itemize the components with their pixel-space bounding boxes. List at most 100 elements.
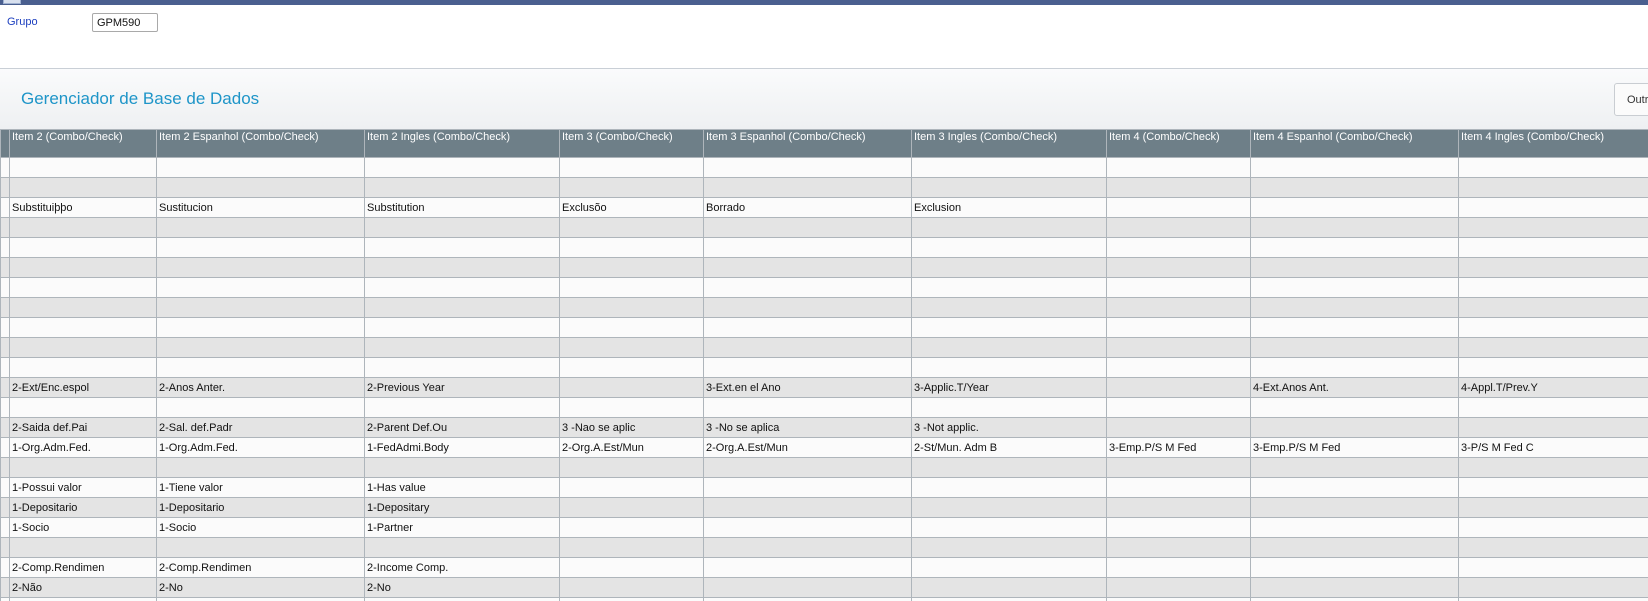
row-selector[interactable] bbox=[0, 437, 10, 458]
table-cell[interactable] bbox=[1458, 517, 1648, 538]
table-cell[interactable] bbox=[559, 457, 704, 478]
table-cell[interactable] bbox=[156, 157, 365, 178]
table-cell[interactable] bbox=[156, 397, 365, 418]
table-cell[interactable]: Sustitucion bbox=[156, 197, 365, 218]
table-cell[interactable] bbox=[1458, 417, 1648, 438]
table-row[interactable] bbox=[0, 217, 1648, 238]
table-cell[interactable]: 1-Org.Adm.Fed. bbox=[9, 437, 157, 458]
table-cell[interactable]: 1-Depositario bbox=[156, 497, 365, 518]
table-cell[interactable] bbox=[1106, 597, 1251, 601]
table-cell[interactable] bbox=[559, 357, 704, 378]
group-input[interactable] bbox=[92, 13, 158, 32]
table-cell[interactable] bbox=[911, 577, 1107, 598]
row-selector[interactable] bbox=[0, 257, 10, 278]
table-cell[interactable] bbox=[1250, 517, 1459, 538]
table-cell[interactable] bbox=[911, 157, 1107, 178]
table-cell[interactable] bbox=[364, 157, 560, 178]
table-cell[interactable] bbox=[9, 597, 157, 601]
table-cell[interactable] bbox=[364, 537, 560, 558]
table-row[interactable] bbox=[0, 597, 1648, 601]
table-cell[interactable] bbox=[559, 517, 704, 538]
row-selector[interactable] bbox=[0, 497, 10, 518]
table-cell[interactable] bbox=[1458, 337, 1648, 358]
row-selector[interactable] bbox=[0, 417, 10, 438]
table-cell[interactable] bbox=[364, 337, 560, 358]
table-cell[interactable]: 3 -Nao se aplic bbox=[559, 417, 704, 438]
column-header[interactable]: Item 4 Espanhol (Combo/Check) bbox=[1250, 129, 1459, 158]
table-row[interactable]: 2-Ext/Enc.espol 2-Anos Anter. 2-Previous Y… bbox=[0, 377, 1648, 398]
table-cell[interactable] bbox=[559, 297, 704, 318]
table-cell[interactable] bbox=[911, 357, 1107, 378]
table-cell[interactable] bbox=[1250, 597, 1459, 601]
table-cell[interactable]: 2-Org.A.Est/Mun bbox=[559, 437, 704, 458]
window-menu-button[interactable] bbox=[3, 0, 21, 4]
row-selector[interactable] bbox=[0, 477, 10, 498]
table-cell[interactable] bbox=[1106, 517, 1251, 538]
column-header[interactable]: Item 3 Ingles (Combo/Check) bbox=[911, 129, 1107, 158]
table-cell[interactable] bbox=[1458, 177, 1648, 198]
table-cell[interactable]: Borrado bbox=[703, 197, 912, 218]
table-cell[interactable] bbox=[9, 357, 157, 378]
table-cell[interactable] bbox=[703, 497, 912, 518]
table-cell[interactable] bbox=[364, 397, 560, 418]
table-cell[interactable] bbox=[703, 517, 912, 538]
table-cell[interactable] bbox=[1106, 297, 1251, 318]
table-cell[interactable]: 1-Socio bbox=[156, 517, 365, 538]
table-cell[interactable] bbox=[1458, 197, 1648, 218]
row-selector[interactable] bbox=[0, 377, 10, 398]
table-row[interactable]: 2-Não 2-No 2-No bbox=[0, 577, 1648, 598]
table-row[interactable] bbox=[0, 397, 1648, 418]
table-cell[interactable] bbox=[1106, 157, 1251, 178]
table-cell[interactable] bbox=[559, 317, 704, 338]
table-cell[interactable] bbox=[559, 157, 704, 178]
table-cell[interactable] bbox=[9, 337, 157, 358]
table-cell[interactable] bbox=[1106, 237, 1251, 258]
table-cell[interactable] bbox=[559, 537, 704, 558]
table-cell[interactable] bbox=[1458, 497, 1648, 518]
table-row[interactable] bbox=[0, 157, 1648, 178]
table-cell[interactable] bbox=[1250, 177, 1459, 198]
table-cell[interactable] bbox=[559, 597, 704, 601]
row-selector[interactable] bbox=[0, 317, 10, 338]
table-cell[interactable] bbox=[911, 457, 1107, 478]
table-cell[interactable]: 1-Org.Adm.Fed. bbox=[156, 437, 365, 458]
table-cell[interactable] bbox=[9, 177, 157, 198]
table-cell[interactable] bbox=[1250, 397, 1459, 418]
table-cell[interactable] bbox=[156, 457, 365, 478]
table-cell[interactable] bbox=[1106, 177, 1251, 198]
table-cell[interactable] bbox=[1458, 557, 1648, 578]
row-selector[interactable] bbox=[0, 157, 10, 178]
table-cell[interactable] bbox=[559, 377, 704, 398]
table-cell[interactable] bbox=[1106, 577, 1251, 598]
table-cell[interactable] bbox=[1458, 397, 1648, 418]
table-cell[interactable] bbox=[1106, 357, 1251, 378]
column-header[interactable]: Item 2 (Combo/Check) bbox=[9, 129, 157, 158]
table-cell[interactable] bbox=[156, 317, 365, 338]
table-cell[interactable] bbox=[1458, 577, 1648, 598]
table-row[interactable]: 2-Comp.Rendimen 2-Comp.Rendimen 2-Income C… bbox=[0, 557, 1648, 578]
table-row[interactable]: 1-Socio 1-Socio 1-Partner bbox=[0, 517, 1648, 538]
other-actions-button[interactable]: Outr bbox=[1614, 83, 1648, 116]
row-selector[interactable] bbox=[0, 237, 10, 258]
row-selector[interactable] bbox=[0, 277, 10, 298]
table-cell[interactable] bbox=[911, 537, 1107, 558]
table-cell[interactable]: 3-Emp.P/S M Fed bbox=[1250, 437, 1459, 458]
table-cell[interactable] bbox=[1106, 457, 1251, 478]
table-cell[interactable] bbox=[703, 537, 912, 558]
table-cell[interactable] bbox=[703, 217, 912, 238]
table-cell[interactable] bbox=[703, 297, 912, 318]
table-cell[interactable] bbox=[1250, 277, 1459, 298]
table-row[interactable] bbox=[0, 457, 1648, 478]
table-cell[interactable] bbox=[911, 297, 1107, 318]
table-cell[interactable] bbox=[156, 257, 365, 278]
table-cell[interactable] bbox=[559, 177, 704, 198]
table-cell[interactable] bbox=[364, 457, 560, 478]
table-cell[interactable]: 2-No bbox=[156, 577, 365, 598]
table-cell[interactable] bbox=[1458, 157, 1648, 178]
table-cell[interactable] bbox=[911, 237, 1107, 258]
table-cell[interactable]: 2-Comp.Rendimen bbox=[156, 557, 365, 578]
column-header[interactable]: Item 3 Espanhol (Combo/Check) bbox=[703, 129, 912, 158]
table-cell[interactable] bbox=[559, 397, 704, 418]
table-cell[interactable] bbox=[559, 277, 704, 298]
table-cell[interactable] bbox=[9, 457, 157, 478]
